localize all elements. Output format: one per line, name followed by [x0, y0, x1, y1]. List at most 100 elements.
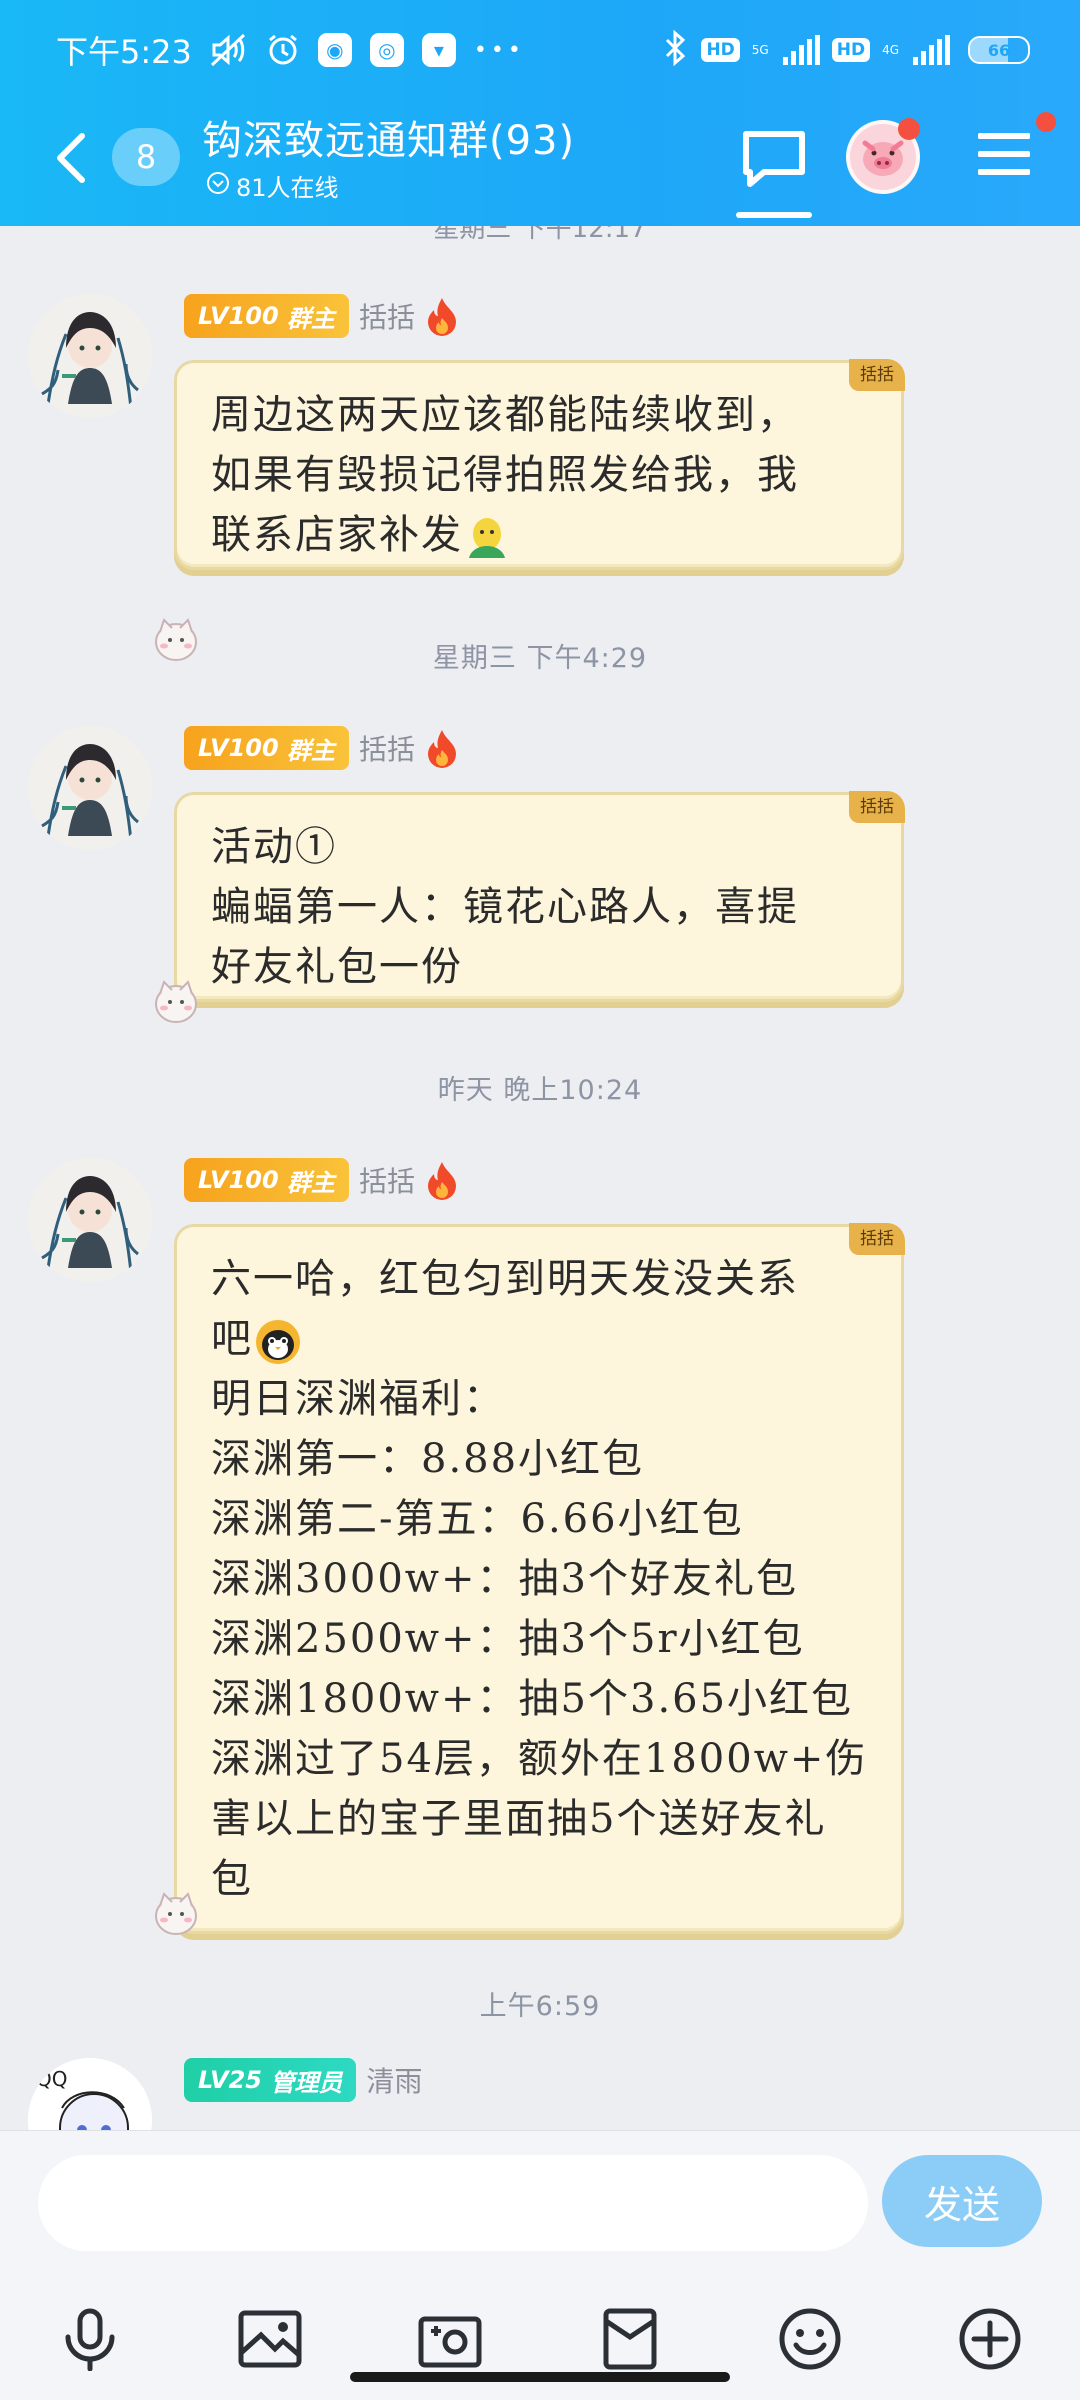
bubble-tag: 括括 [849, 791, 905, 823]
cat-sticker-icon [155, 1892, 197, 1935]
sender-info: LV100 群主 括括 [184, 726, 459, 770]
sender-info: LV100 群主 括括 [184, 294, 459, 338]
timestamp: 星期三 下午12:17 [433, 226, 647, 244]
sender-info: LV25 管理员 清雨 [184, 2058, 422, 2102]
qq-notification-icon: ◎ [369, 33, 404, 67]
level-badge: LV100 群主 [184, 726, 350, 770]
chat-header: 下午5:23 ◉ ◎ ▾ ••• HD 5G HD 4G 66 8 钩深致远通知… [0, 0, 1080, 226]
bubble-tag: 括括 [849, 1223, 905, 1255]
message-bubble[interactable]: 括括 周边这两天应该都能陆续收到， 如果有毁损记得拍照发给我，我 联系店家补发 [174, 359, 905, 570]
online-count-label: 81人在线 [236, 174, 339, 202]
timestamp: 星期三 下午4:29 [432, 643, 648, 674]
potato-emoji-icon [469, 518, 505, 558]
message-line: 害以上的宝子里面抽5个送好友礼 [211, 1796, 827, 1842]
avatar[interactable] [28, 726, 152, 850]
network-type-1: 5G [751, 43, 769, 57]
app-notification-icon: ◉ [317, 33, 352, 67]
message-line: 联系店家补发 [211, 505, 867, 565]
message-line-text: 吧 [211, 1316, 253, 1362]
message-line: 如果有毁损记得拍照发给我，我 [211, 452, 799, 498]
message-line: 包 [211, 1856, 253, 1902]
online-count[interactable]: 81人在线 [206, 168, 339, 203]
avatar-notification-dot [898, 118, 920, 140]
emoji-icon[interactable] [770, 2299, 850, 2379]
message-line: 周边这两天应该都能陆续收到， [211, 392, 799, 438]
message-line: 活动① [211, 824, 337, 870]
chat-tab-icon[interactable] [740, 128, 808, 194]
level-text: LV100 [198, 1166, 279, 1194]
message-input[interactable] [38, 2155, 868, 2251]
level-badge: LV25 管理员 [184, 2058, 357, 2102]
role-text: 管理员 [270, 2068, 343, 2097]
level-text: LV25 [198, 2066, 262, 2094]
back-button[interactable] [52, 128, 92, 188]
chat-tab-indicator [736, 212, 812, 218]
avatar[interactable]: QQ [28, 2058, 152, 2130]
signal-icon-1 [782, 35, 820, 65]
message-line: 蝙蝠第一人：镜花心路人，喜提 [211, 884, 799, 930]
timestamp: 上午6:59 [479, 1991, 601, 2022]
message-line: 深渊过了54层，额外在1800w+伤 [211, 1736, 868, 1782]
level-text: LV100 [198, 734, 279, 762]
message-line: 深渊第一：8.88小红包 [211, 1436, 645, 1482]
microphone-icon[interactable] [50, 2299, 130, 2379]
message-line: 吧 [211, 1309, 867, 1369]
message-line: 深渊3000w+：抽3个好友礼包 [211, 1556, 798, 1602]
message-line: 深渊2500w+：抽3个5r小红包 [211, 1616, 805, 1662]
message-bubble[interactable]: 括括 活动① 蝙蝠第一人：镜花心路人，喜提 好友礼包一份 [174, 791, 905, 1002]
menu-icon[interactable] [977, 132, 1031, 180]
message-line: 深渊1800w+：抽5个3.65小红包 [211, 1676, 854, 1722]
status-time: 下午5:23 [56, 33, 192, 71]
sender-name[interactable]: 清雨 [366, 2060, 422, 2100]
input-area: 发送 [0, 2130, 1080, 2400]
role-text: 群主 [287, 1168, 336, 1197]
battery-level: 66 [987, 40, 1011, 60]
signal-icon-2 [913, 35, 950, 65]
battery-icon: 66 [968, 36, 1030, 64]
flame-icon [428, 1162, 457, 1200]
avatar[interactable] [28, 1158, 152, 1282]
message-line: 明日深渊福利： [211, 1376, 505, 1422]
home-indicator[interactable] [350, 2372, 730, 2382]
send-button[interactable]: 发送 [882, 2155, 1042, 2247]
alarm-icon [266, 33, 300, 67]
mute-icon [210, 33, 248, 67]
message-list[interactable]: 星期三 下午12:17 LV100 群主 括括 括括 周边这两天应该都能陆续收到… [0, 226, 1080, 2130]
status-right: HD 5G HD 4G 66 [663, 22, 1030, 78]
network-type-2: 4G [882, 43, 899, 57]
avatar[interactable] [28, 294, 152, 418]
cat-sticker-icon [155, 980, 197, 1023]
penguin-emoji-icon [256, 1320, 300, 1364]
red-packet-icon[interactable] [590, 2299, 670, 2379]
hd-badge-2: HD [831, 38, 871, 62]
message-bubble[interactable]: 括括 六一哈，红包匀到明天发没关系 吧 明日深渊福利： 深渊第一：8.88小红包… [174, 1223, 905, 1934]
role-text: 群主 [287, 304, 336, 333]
image-icon[interactable] [230, 2299, 310, 2379]
role-text: 群主 [287, 736, 336, 765]
flame-icon [428, 298, 457, 336]
message-line: 好友礼包一份 [211, 944, 463, 990]
sender-name[interactable]: 括括 [359, 728, 415, 768]
svg-text:QQ: QQ [36, 2067, 67, 2091]
group-title[interactable]: 钩深致远通知群(93) [202, 108, 575, 166]
message-line: 深渊第二-第五：6.66小红包 [211, 1496, 744, 1542]
bubble-tag: 括括 [849, 359, 905, 391]
shop-notification-icon: ▾ [421, 33, 456, 67]
plus-icon[interactable] [950, 2299, 1030, 2379]
online-chevron-icon [206, 171, 230, 201]
flame-icon [428, 730, 457, 768]
sender-name[interactable]: 括括 [359, 1160, 415, 1200]
sender-name[interactable]: 括括 [359, 296, 415, 336]
more-notifications-icon: ••• [473, 37, 525, 63]
status-bar: 下午5:23 ◉ ◎ ▾ ••• HD 5G HD 4G 66 [56, 22, 1030, 78]
message-line-text: 联系店家补发 [211, 512, 463, 558]
menu-notification-dot [1036, 112, 1056, 132]
unread-count-badge[interactable]: 8 [112, 128, 180, 186]
camera-icon[interactable] [410, 2299, 490, 2379]
level-badge: LV100 群主 [184, 294, 350, 338]
level-text: LV100 [198, 302, 279, 330]
bluetooth-icon [663, 29, 689, 70]
hd-badge-1: HD [701, 38, 740, 62]
input-toolbar [0, 2299, 1080, 2383]
level-badge: LV100 群主 [184, 1158, 350, 1202]
